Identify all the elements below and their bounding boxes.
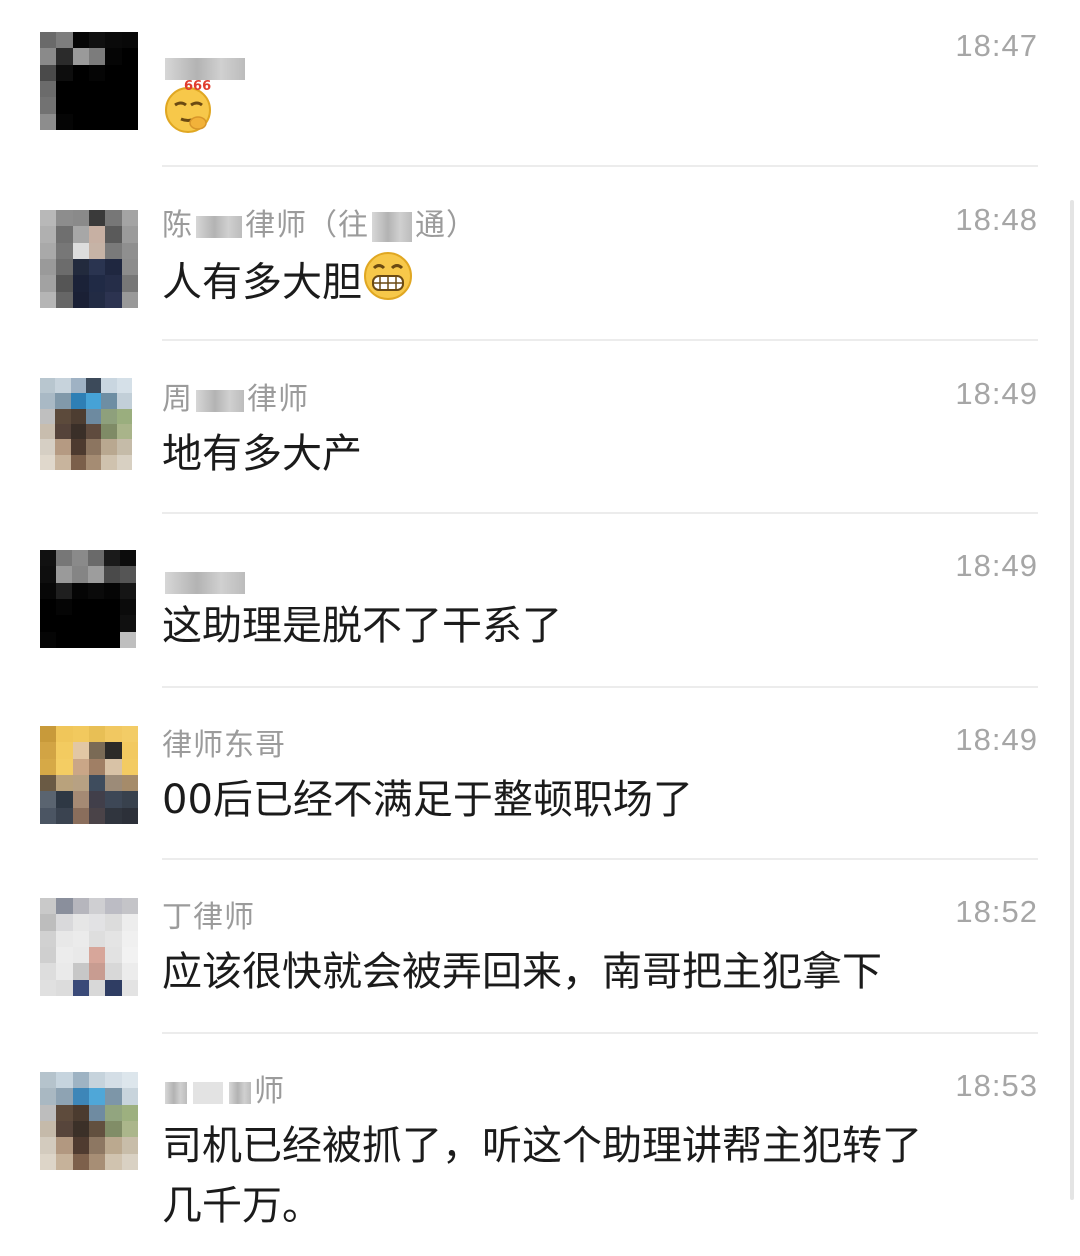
emoji-666-label: 666 (184, 79, 211, 94)
message-time: 18:49 (955, 722, 1038, 757)
grin-emoji (362, 250, 414, 319)
avatar[interactable] (40, 726, 138, 824)
message-time: 18:49 (955, 376, 1038, 411)
message-text-line: 司机已经被抓了，听这个助理讲帮主犯转了 (162, 1123, 922, 1169)
avatar[interactable] (40, 550, 136, 648)
thinking-666-emoji: 666 (162, 78, 214, 151)
redacted-name-block (165, 57, 245, 80)
message-time: 18:53 (955, 1068, 1038, 1103)
message-text: 666 (162, 78, 214, 151)
avatar[interactable] (40, 378, 132, 470)
message-divider (162, 339, 1038, 341)
message-time: 18:47 (955, 28, 1038, 63)
chat-message[interactable]: 丁律师 18:52 应该很快就会被弄回来，南哥把主犯拿下 (0, 860, 1080, 1034)
message-text: 应该很快就会被弄回来，南哥把主犯拿下 (162, 949, 882, 995)
message-text: 地有多大产 (162, 431, 362, 477)
avatar[interactable] (40, 210, 138, 308)
message-text: 这助理是脱不了干系了 (162, 603, 562, 649)
sender-name: 丁律师 (162, 900, 255, 935)
message-divider (162, 165, 1038, 167)
redacted-name-block (165, 1081, 187, 1104)
redacted-name-block (193, 1081, 223, 1104)
message-time: 18:48 (955, 202, 1038, 237)
sender-name (162, 564, 248, 599)
message-time: 18:52 (955, 894, 1038, 929)
chat-message[interactable]: 周律师 18:49 地有多大产 (0, 342, 1080, 514)
message-time: 18:49 (955, 548, 1038, 583)
chat-message[interactable]: 律师东哥 18:49 00后已经不满足于整顿职场了 (0, 688, 1080, 860)
redacted-name-block (196, 215, 242, 238)
chat-message[interactable]: 陈律师（往 通） 18:48 人有多大胆 (0, 168, 1080, 342)
chat-message[interactable]: 18:47 666 (0, 0, 1080, 168)
sender-name: 师 (162, 1066, 285, 1110)
scrollbar[interactable] (1070, 200, 1074, 1200)
avatar[interactable] (40, 32, 138, 130)
avatar[interactable] (40, 898, 138, 996)
message-text-line: 几千万。 (162, 1183, 322, 1229)
chat-message-list[interactable]: 18:47 666 陈律师（往 通） 18:48 人有多大胆 周 律师 18:4… (0, 0, 1080, 1256)
sender-name: 陈律师（往 通） (162, 208, 477, 243)
redacted-name-block (196, 389, 244, 412)
avatar[interactable] (40, 1072, 138, 1170)
message-text: 人有多大胆 (162, 250, 414, 319)
sender-name: 周律师 (162, 382, 309, 417)
redacted-name-block (229, 1081, 251, 1104)
redacted-name-block (165, 571, 245, 594)
message-text: 00后已经不满足于整顿职场了 (162, 777, 693, 823)
chat-message[interactable]: 师 18:53 司机已经被抓了，听这个助理讲帮主犯转了 几千万。 (0, 1034, 1080, 1256)
chat-message[interactable]: 18:49 这助理是脱不了干系了 (0, 514, 1080, 688)
message-text: 司机已经被抓了，听这个助理讲帮主犯转了 几千万。 (162, 1116, 922, 1236)
redacted-name-block (372, 211, 412, 242)
sender-name: 律师东哥 (162, 728, 286, 763)
